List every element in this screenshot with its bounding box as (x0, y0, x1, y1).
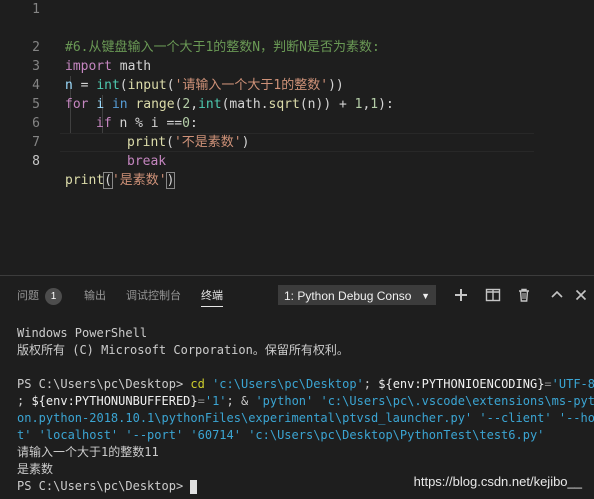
terminal-line: 版权所有 (C) Microsoft Corporation。保留所有权利。 (17, 343, 349, 357)
terminal-string: 'UTF-8' (551, 377, 594, 391)
trash-icon[interactable] (516, 287, 532, 303)
terminal-selector-value: 1: Python Debug Conso (284, 289, 412, 303)
code-line[interactable]: 7 break (0, 114, 594, 169)
panel-tabs: 问题 1 输出 调试控制台 终端 1: Python Debug Conso ▼ (0, 276, 594, 314)
chevron-down-icon: ▼ (421, 291, 430, 301)
code-line[interactable]: 3 n = int(input('请输入一个大于1的整数')) (0, 38, 594, 93)
code-line[interactable]: 2 import math (0, 19, 594, 74)
terminal-operator: = (544, 377, 552, 391)
line-number: 8 (32, 154, 40, 169)
terminal-output[interactable]: Windows PowerShell 版权所有 (C) Microsoft Co… (17, 325, 594, 495)
code-editor[interactable]: 1 #6.从键盘输入一个大于1的整数N，判断N是否为素数: 2 import m… (0, 0, 594, 275)
terminal-variable: ${env:PYTHONUNBUFFERED} (31, 394, 198, 408)
terminal-line: 请输入一个大于1的整数11 (17, 445, 159, 459)
split-terminal-icon[interactable] (485, 287, 501, 303)
code-line[interactable]: 1 #6.从键盘输入一个大于1的整数N，判断N是否为素数: (0, 0, 594, 55)
terminal-line: PS C:\Users\pc\Desktop> cd 'c:\Users\pc\… (17, 376, 594, 393)
code-line[interactable]: 8 print('是素数') (0, 133, 594, 189)
terminal-prompt: PS C:\Users\pc\Desktop> (17, 377, 191, 391)
tab-output[interactable]: 输出 (84, 286, 106, 306)
terminal-selector[interactable]: 1: Python Debug Conso ▼ (278, 285, 436, 305)
tab-terminal[interactable]: 终端 (201, 286, 223, 307)
chevron-up-icon[interactable] (549, 287, 565, 303)
terminal-prompt: PS C:\Users\pc\Desktop> (17, 479, 191, 493)
plus-icon[interactable] (453, 287, 469, 303)
terminal-text: ; (17, 394, 32, 408)
terminal-string: '1' (204, 394, 227, 408)
terminal-string: 'python' 'c:\Users\pc\.vscode\extensions… (255, 394, 594, 408)
code-line[interactable]: 6 print('不是素数') (0, 95, 594, 150)
terminal-operator: = (197, 394, 205, 408)
terminal-variable: ${env:PYTHONIOENCODING} (378, 377, 545, 391)
terminal-command: cd (190, 377, 205, 391)
terminal-cursor (190, 479, 198, 494)
tab-problems[interactable]: 问题 1 (17, 286, 62, 306)
tab-debug-console[interactable]: 调试控制台 (126, 286, 181, 306)
bottom-panel: 问题 1 输出 调试控制台 终端 1: Python Debug Conso ▼ W… (0, 275, 594, 499)
code-line[interactable]: 5 if n % i ==0: (0, 76, 594, 131)
watermark: https://blog.csdn.net/kejibo__ (413, 474, 582, 489)
bracket-match: ( (103, 172, 113, 189)
terminal-line: t' 'localhost' '--port' '60714' 'c:\User… (17, 428, 545, 442)
tab-problems-label: 问题 (17, 290, 39, 302)
terminal-line: on.python-2018.10.1\pythonFiles\experime… (17, 411, 594, 425)
line-number: 1 (32, 2, 40, 17)
text-cursor (174, 173, 176, 188)
code-line[interactable]: 4 for i in range(2,int(math.sqrt(n)) + 1… (0, 57, 594, 112)
terminal-text: ; & (226, 394, 256, 408)
close-icon[interactable] (573, 287, 589, 303)
string-literal: '是素数' (111, 173, 167, 188)
keyword: break (127, 154, 167, 169)
terminal-string: 'c:\Users\pc\Desktop' (204, 377, 364, 391)
function-name: print (65, 173, 105, 188)
problems-count-badge: 1 (45, 288, 62, 305)
terminal-text: ; (363, 377, 379, 391)
terminal-line: ; ${env:PYTHONUNBUFFERED}='1'; & 'python… (17, 393, 594, 410)
bracket-match: ) (165, 172, 176, 189)
terminal-line: Windows PowerShell (17, 326, 148, 340)
